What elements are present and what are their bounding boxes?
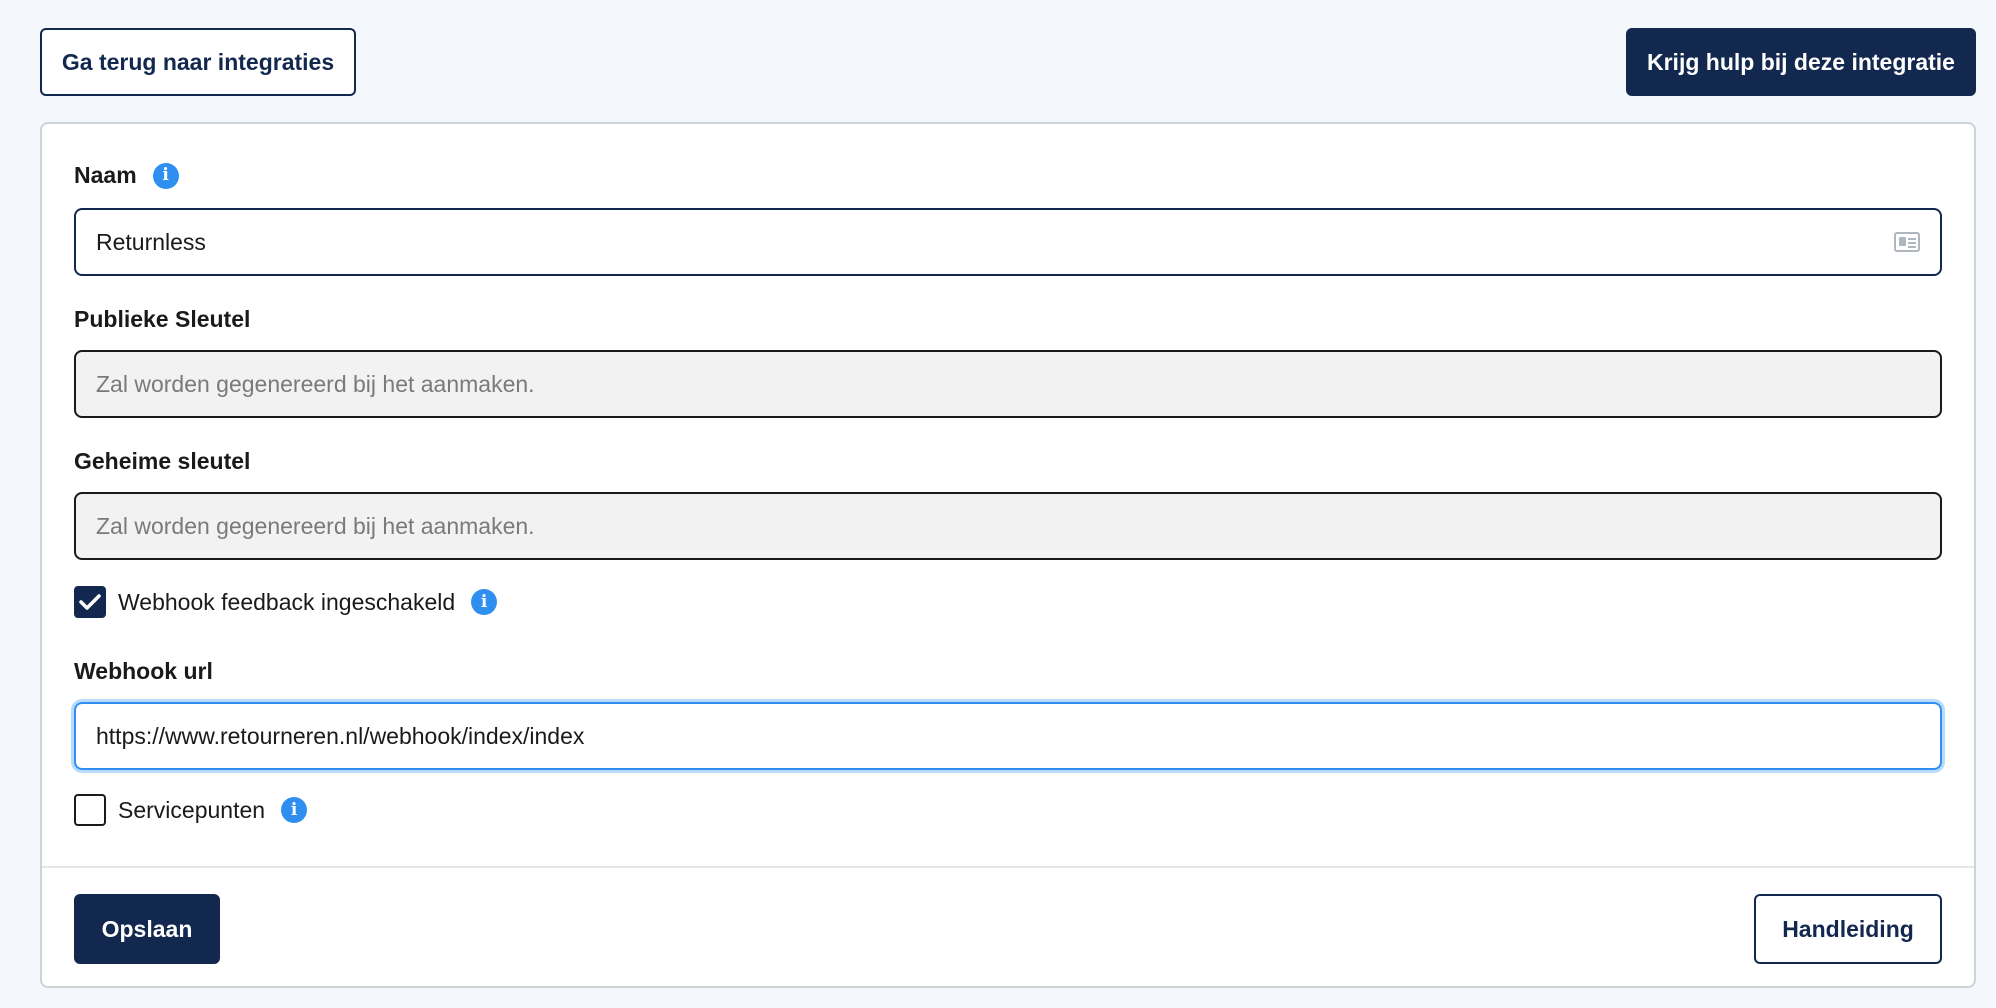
webhook-feedback-row: Webhook feedback ingeschakeld i	[74, 586, 498, 618]
secret-key-placeholder: Zal worden gegenereerd bij het aanmaken.	[96, 512, 535, 539]
checkmark-icon	[79, 594, 101, 610]
id-card-icon	[1894, 232, 1920, 252]
webhook-feedback-label[interactable]: Webhook feedback ingeschakeld	[118, 589, 455, 616]
service-points-checkbox[interactable]	[74, 794, 106, 826]
manual-button[interactable]: Handleiding	[1754, 894, 1942, 964]
public-key-label: Publieke Sleutel	[74, 306, 251, 332]
webhook-url-field[interactable]: https://www.retourneren.nl/webhook/index…	[74, 702, 1942, 770]
info-icon[interactable]: i	[152, 162, 179, 189]
integration-edit-page: Ga terug naar integraties Krijg hulp bij…	[0, 0, 1996, 1008]
public-key-field: Zal worden gegenereerd bij het aanmaken.	[74, 350, 1942, 418]
webhook-url-value: https://www.retourneren.nl/webhook/index…	[96, 722, 585, 749]
public-key-placeholder: Zal worden gegenereerd bij het aanmaken.	[96, 370, 535, 397]
footer-divider	[42, 866, 1974, 868]
name-label-row: Naam i	[74, 162, 179, 189]
name-field-value: Returnless	[96, 228, 206, 255]
secret-key-field: Zal worden gegenereerd bij het aanmaken.	[74, 492, 1942, 560]
info-icon[interactable]: i	[471, 589, 498, 615]
secret-key-label: Geheime sleutel	[74, 448, 251, 474]
service-points-label[interactable]: Servicepunten	[118, 797, 265, 824]
back-to-integrations-button[interactable]: Ga terug naar integraties	[40, 28, 356, 96]
name-label: Naam	[74, 162, 137, 188]
webhook-url-label: Webhook url	[74, 658, 213, 684]
service-points-row: Servicepunten i	[74, 794, 308, 826]
name-field[interactable]: Returnless	[74, 208, 1942, 276]
get-help-button[interactable]: Krijg hulp bij deze integratie	[1626, 28, 1976, 96]
integration-form-card: Naam i Returnless Publieke Sleutel Zal w…	[40, 122, 1976, 988]
save-button[interactable]: Opslaan	[74, 894, 220, 964]
webhook-feedback-checkbox[interactable]	[74, 586, 106, 618]
info-icon[interactable]: i	[281, 797, 308, 823]
